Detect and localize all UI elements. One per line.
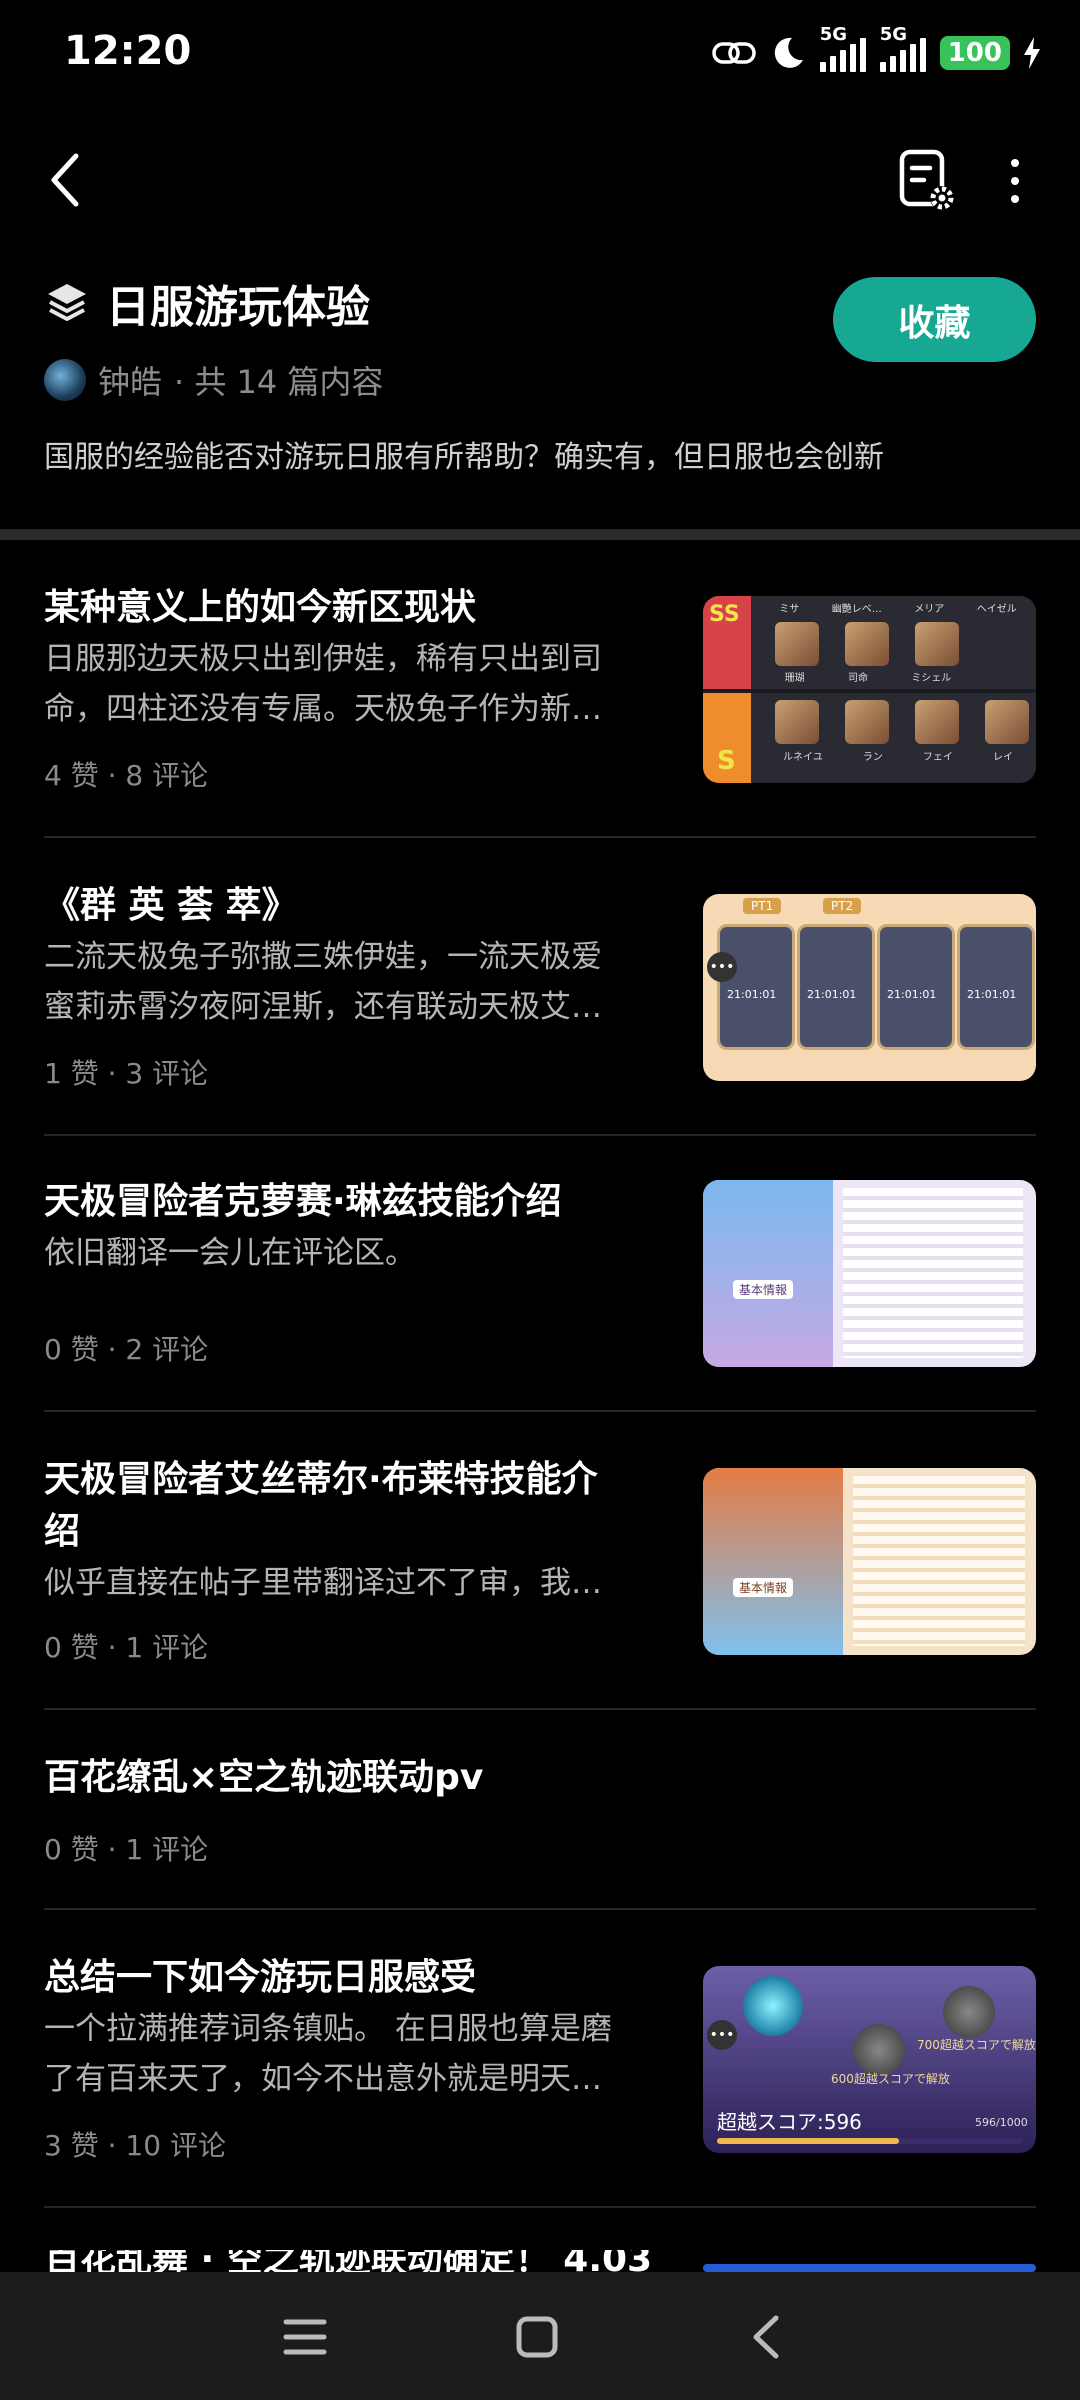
post-stats: 0 赞 · 1 评论 [44, 1833, 209, 1866]
list-separator [44, 1134, 1036, 1136]
post-summary: 一个拉满推荐词条镇贴。 在日服也算是磨 [44, 2011, 612, 2047]
section-divider [0, 529, 1080, 540]
link-icon [711, 38, 756, 68]
system-nav-bar [0, 2272, 1080, 2400]
post-stats: 0 赞 · 2 评论 [44, 1333, 209, 1366]
signal-icon-1: 5G [819, 24, 866, 72]
list-separator [44, 2206, 1036, 2208]
post-item[interactable]: 天极冒险者艾丝蒂尔·布莱特技能介 绍 似乎直接在帖子里带翻译过不了审，我… 0 … [44, 1454, 1036, 1664]
post-summary: 蜜莉赤霄汐夜阿涅斯，还有联动天极艾… [44, 989, 602, 1025]
post-item[interactable]: 百花缭乱×空之轨迹联动pv 0 赞 · 1 评论 [44, 1752, 1036, 1882]
charging-icon [1024, 37, 1040, 69]
post-thumbnail [703, 2264, 1036, 2272]
collection-title: 日服游玩体验 [106, 282, 370, 333]
post-item[interactable]: 《群 英 荟 萃》 二流天极兔子弥撒三姝伊娃，一流天极爱 蜜莉赤霄汐夜阿涅斯，还… [44, 880, 1036, 1090]
list-settings-button[interactable] [892, 146, 962, 216]
post-thumbnail: SS ミサ 幽艷レベ… メリア ヘイゼル 珊瑚 司命 ミシェル S ルネイユ ラン フェイ レイ [703, 596, 1036, 783]
list-separator [44, 1708, 1036, 1710]
post-title: 百花乱舞 · 空之轨迹联动确定！ 4.03 [44, 2250, 653, 2272]
back-button[interactable] [36, 140, 96, 220]
layers-icon [48, 284, 86, 321]
collection-description: 国服的经验能否对游玩日服有所帮助？确实有，但日服也会创新 [44, 440, 884, 475]
post-item[interactable]: 天极冒险者克萝赛·琳兹技能介绍 依旧翻译一会儿在评论区。 0 赞 · 2 评论 … [44, 1176, 1036, 1376]
post-item[interactable]: 总结一下如今游玩日服感受 一个拉满推荐词条镇贴。 在日服也算是磨 了有百来天了，… [44, 1952, 1036, 2162]
post-summary: 了有百来天了，如今不出意外就是明天… [44, 2061, 602, 2097]
post-summary: 命，四柱还没有专属。天极兔子作为新… [44, 691, 602, 727]
post-title: 《群 英 荟 萃》 [44, 885, 298, 926]
more-vertical-icon [1011, 159, 1019, 167]
post-title: 天极冒险者克萝赛·琳兹技能介绍 [44, 1181, 562, 1222]
post-item[interactable]: 百花乱舞 · 空之轨迹联动确定！ 4.03 [44, 2250, 1036, 2272]
author-name[interactable]: 钟皓 [98, 357, 162, 403]
post-summary: 二流天极兔子弥撒三姝伊娃，一流天极爱 [44, 939, 602, 975]
post-stats: 0 赞 · 1 评论 [44, 1631, 209, 1664]
post-summary: 依旧翻译一会儿在评论区。 [44, 1235, 416, 1271]
post-stats: 1 赞 · 3 评论 [44, 1057, 209, 1090]
back-triangle-icon[interactable] [742, 2312, 792, 2362]
collection-meta: 钟皓 · 共 14 篇内容 [44, 355, 383, 405]
post-summary: 似乎直接在帖子里带翻译过不了审，我… [44, 1565, 602, 1601]
list-settings-icon [899, 149, 954, 210]
list-separator [44, 836, 1036, 838]
post-item[interactable]: 某种意义上的如今新区现状 日服那边天极只出到伊娃，稀有只出到司 命，四柱还没有专… [44, 582, 1036, 792]
chevron-left-icon [51, 153, 79, 207]
favorite-button[interactable]: 收藏 [833, 277, 1036, 362]
post-stats: 4 赞 · 8 评论 [44, 759, 209, 792]
post-stats: 3 赞 · 10 评论 [44, 2129, 226, 2162]
post-summary: 日服那边天极只出到伊娃，稀有只出到司 [44, 641, 602, 677]
post-thumbnail: PT1 PT2 21:01:01 21:01:01 21:01:01 21:01… [703, 894, 1036, 1081]
signal-icon-2: 5G [879, 24, 926, 72]
post-title: 某种意义上的如今新区现状 [44, 587, 477, 628]
top-app-bar [0, 140, 1080, 220]
post-count: · 共 14 篇内容 [174, 363, 384, 401]
more-options-button[interactable] [990, 146, 1040, 216]
post-thumbnail: 600超越スコアで解放 700超越スコアで解放 超越スコア:596 596/10… [703, 1966, 1036, 2153]
moon-icon [770, 35, 806, 71]
post-title: 百花缭乱×空之轨迹联动pv [44, 1757, 484, 1798]
list-separator [44, 1908, 1036, 1910]
list-separator [44, 1410, 1036, 1412]
post-title: 总结一下如今游玩日服感受 [44, 1957, 477, 1998]
status-bar: 12:20 5G 5G 100 [0, 0, 1080, 110]
post-thumbnail: 基本情報 [703, 1468, 1036, 1655]
author-avatar[interactable] [44, 359, 86, 401]
menu-icon[interactable] [280, 2312, 330, 2362]
status-time: 12:20 [64, 28, 192, 74]
home-square-icon[interactable] [512, 2312, 562, 2362]
battery-indicator: 100 [939, 36, 1010, 70]
post-thumbnail: 基本情報 [703, 1180, 1036, 1367]
post-title: 绍 [44, 1511, 81, 1552]
post-title: 天极冒险者艾丝蒂尔·布莱特技能介 [44, 1459, 598, 1500]
